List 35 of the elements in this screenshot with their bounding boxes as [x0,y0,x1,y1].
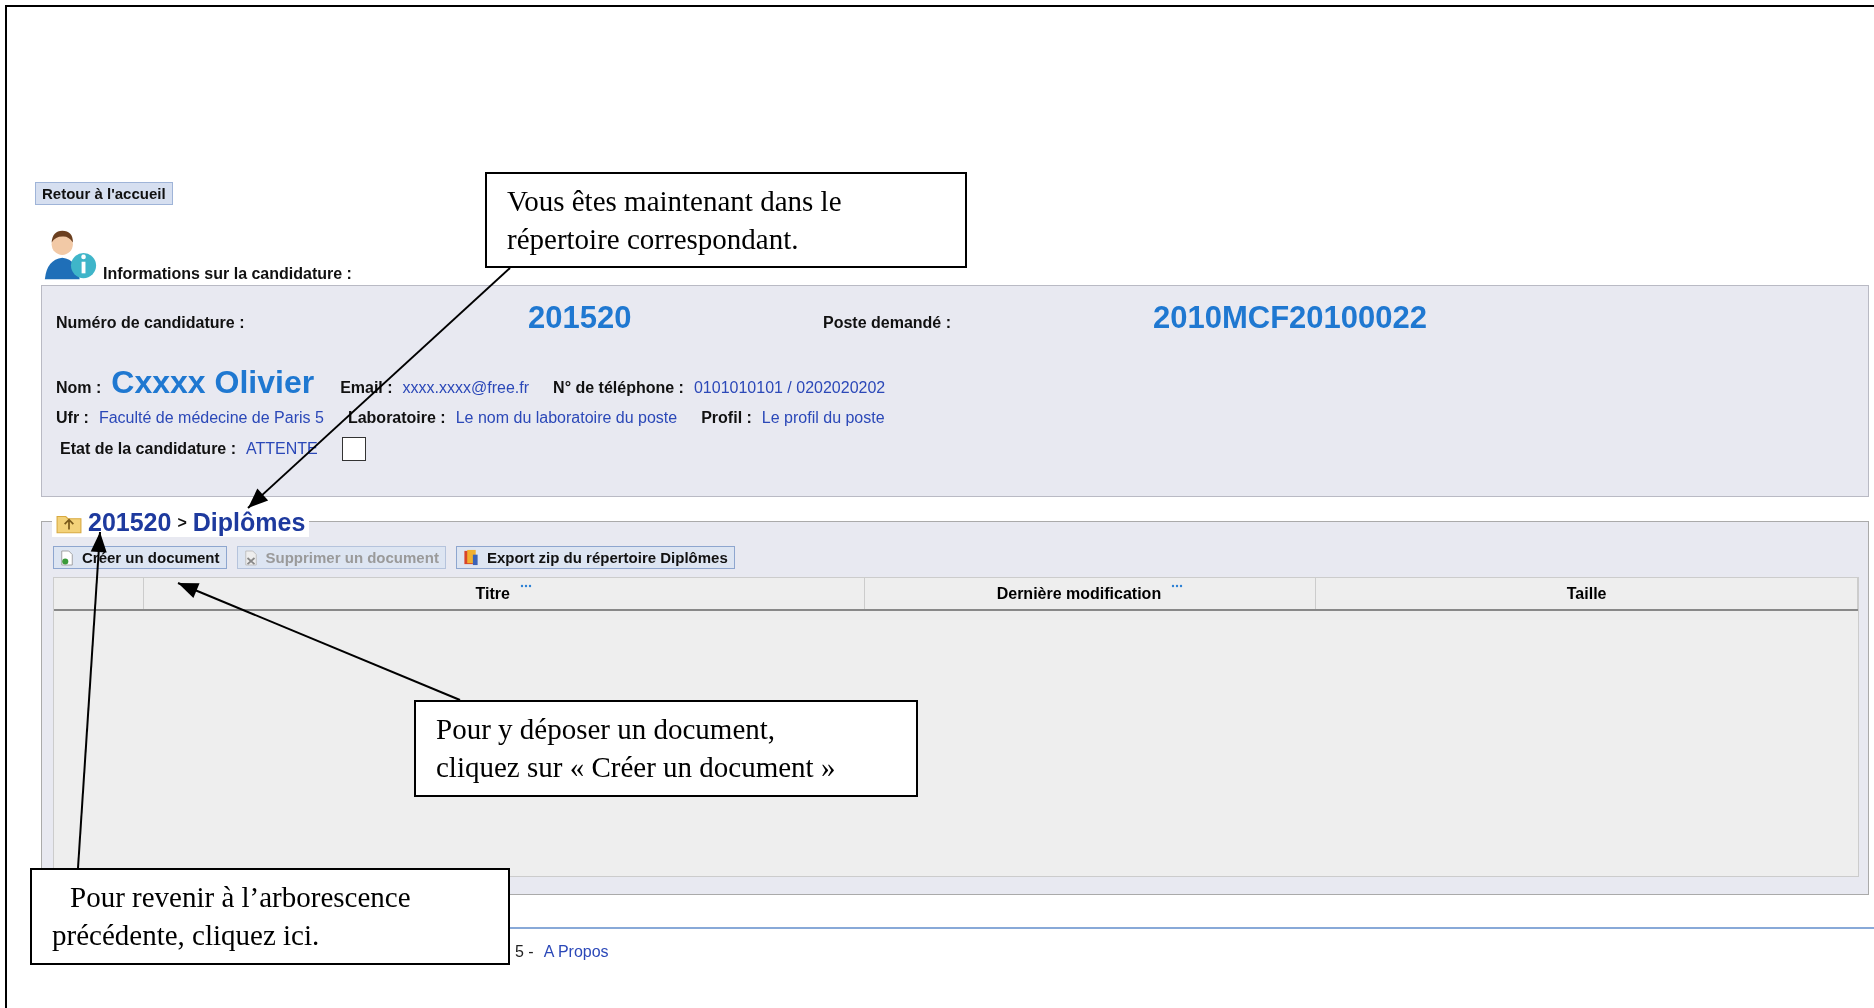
field-label: N° de téléphone : [553,379,684,397]
back-button[interactable]: Retour à l'accueil [35,182,173,205]
section-title: Informations sur la candidature : [103,265,352,283]
candidate-name: Cxxxx Olivier [111,364,315,401]
about-link[interactable]: A Propos [543,943,609,961]
callout-box: Pour revenir à l’arborescence précédente, cliquez ici. [30,868,510,965]
phone-value: 0101010101 / 0202020202 [693,379,886,397]
callout-box: Pour y déposer un document, cliquez sur « Créer un document » [414,700,918,797]
ufr-value: Faculté de médecine de Paris 5 [98,409,324,427]
application-number: 201520 [528,300,633,336]
breadcrumb-separator: > [177,513,187,532]
sort-icon[interactable] [519,584,532,588]
field-label: Profil : [701,409,752,427]
toolbar-button[interactable]: Export zip du répertoire Diplômes [455,546,735,569]
lab-value: Le nom du laboratoire du poste [455,409,678,427]
breadcrumb-link[interactable]: Diplômes [192,508,306,537]
footer-text: 5 - [515,943,534,961]
column-header[interactable]: Dernière modification [864,578,1317,609]
archive-icon [462,549,479,566]
post-number: 2010MCF20100022 [1153,300,1428,336]
field-label: Poste demandé : [823,314,953,332]
field-label: Etat de la candidature : [60,440,237,458]
field-label: Ufr : [56,409,89,427]
sort-icon[interactable] [1171,584,1184,588]
field-label: Numéro de candidature : [56,314,246,332]
column-header[interactable]: Taille [1316,578,1858,609]
delete-document-icon [243,549,258,566]
new-document-icon [60,549,74,566]
email-value: xxxx.xxxx@free.fr [402,379,530,397]
callout-box: Vous êtes maintenant dans le répertoire correspondant. [485,172,967,268]
field-label: Nom : [56,379,102,397]
checkbox[interactable] [341,437,366,461]
breadcrumb-link[interactable]: 201520 [88,508,172,537]
field-label: Laboratoire : [347,409,446,427]
profile-value: Le profil du poste [761,409,885,427]
